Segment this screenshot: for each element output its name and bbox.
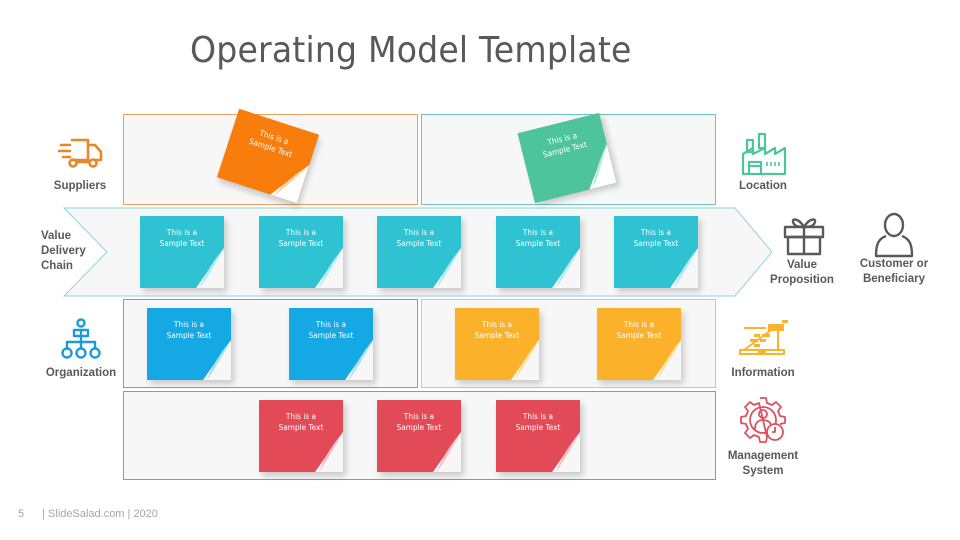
suppliers-label: Suppliers <box>53 180 107 192</box>
sticky-note-management: This is a Sample Text <box>377 400 461 472</box>
sticky-note-value-chain: This is a Sample Text <box>259 216 343 288</box>
note-line1: This is a <box>522 228 554 237</box>
footer-text: | SlideSalad.com | 2020 <box>42 508 158 520</box>
sticky-note-value-chain: This is a Sample Text <box>377 216 461 288</box>
location-label: Location <box>739 180 787 192</box>
sticky-note-organization: This is a Sample Text <box>289 308 373 380</box>
label-line: Value <box>41 230 72 242</box>
note-line1: This is a <box>285 228 317 237</box>
page-curl-icon <box>552 248 580 288</box>
laptop-info-icon <box>739 320 788 355</box>
user-person-icon <box>874 212 914 258</box>
factory-icon <box>741 132 787 176</box>
label-line: Beneficiary <box>862 273 925 285</box>
note-line1: This is a <box>403 412 435 421</box>
page-curl-icon <box>196 248 224 288</box>
sticky-note-management: This is a Sample Text <box>259 400 343 472</box>
management-system-label: Management System <box>718 449 808 479</box>
page-curl-icon <box>315 248 343 288</box>
label-line: Delivery <box>41 245 86 257</box>
note-line1: This is a <box>285 412 317 421</box>
page-curl-icon <box>552 432 580 472</box>
sticky-note-value-chain: This is a Sample Text <box>496 216 580 288</box>
note-line1: This is a <box>403 228 435 237</box>
value-proposition-label: Value Proposition <box>762 258 842 288</box>
page-curl-icon <box>345 340 373 380</box>
page-curl-icon <box>670 248 698 288</box>
page-number: 5 <box>18 508 25 520</box>
label-line: Proposition <box>770 274 834 286</box>
label-line: Chain <box>41 260 73 272</box>
value-delivery-chain-label: Value Delivery Chain <box>41 229 86 274</box>
sticky-note-value-chain: This is a Sample Text <box>140 216 224 288</box>
footer: 5 | SlideSalad.com | 2020 <box>18 508 158 520</box>
note-line1: This is a <box>173 320 205 329</box>
sticky-note-information: This is a Sample Text <box>597 308 681 380</box>
gear-person-clock-icon <box>740 397 786 443</box>
note-line1: This is a <box>640 228 672 237</box>
page-curl-icon <box>433 248 461 288</box>
page-curl-icon <box>433 432 461 472</box>
label-line: Customer or <box>859 258 929 270</box>
sticky-note-value-chain: This is a Sample Text <box>614 216 698 288</box>
sticky-note-organization: This is a Sample Text <box>147 308 231 380</box>
note-line1: This is a <box>481 320 513 329</box>
information-label: Information <box>731 367 795 379</box>
label-line: Value <box>786 259 818 271</box>
organization-label: Organization <box>45 367 117 379</box>
sticky-note-information: This is a Sample Text <box>455 308 539 380</box>
sticky-note-management: This is a Sample Text <box>496 400 580 472</box>
note-line1: This is a <box>315 320 347 329</box>
customer-beneficiary-label: Customer or Beneficiary <box>850 257 938 287</box>
org-chart-icon <box>61 318 101 359</box>
note-line1: This is a <box>522 412 554 421</box>
page-curl-icon <box>653 340 681 380</box>
page-curl-icon <box>511 340 539 380</box>
label-line: Management <box>727 450 799 462</box>
note-line1: This is a <box>623 320 655 329</box>
page-curl-icon <box>203 340 231 380</box>
page-curl-icon <box>315 432 343 472</box>
label-line: System <box>742 465 784 477</box>
gift-box-icon <box>783 218 825 256</box>
note-line1: This is a <box>166 228 198 237</box>
delivery-truck-icon <box>58 138 103 168</box>
